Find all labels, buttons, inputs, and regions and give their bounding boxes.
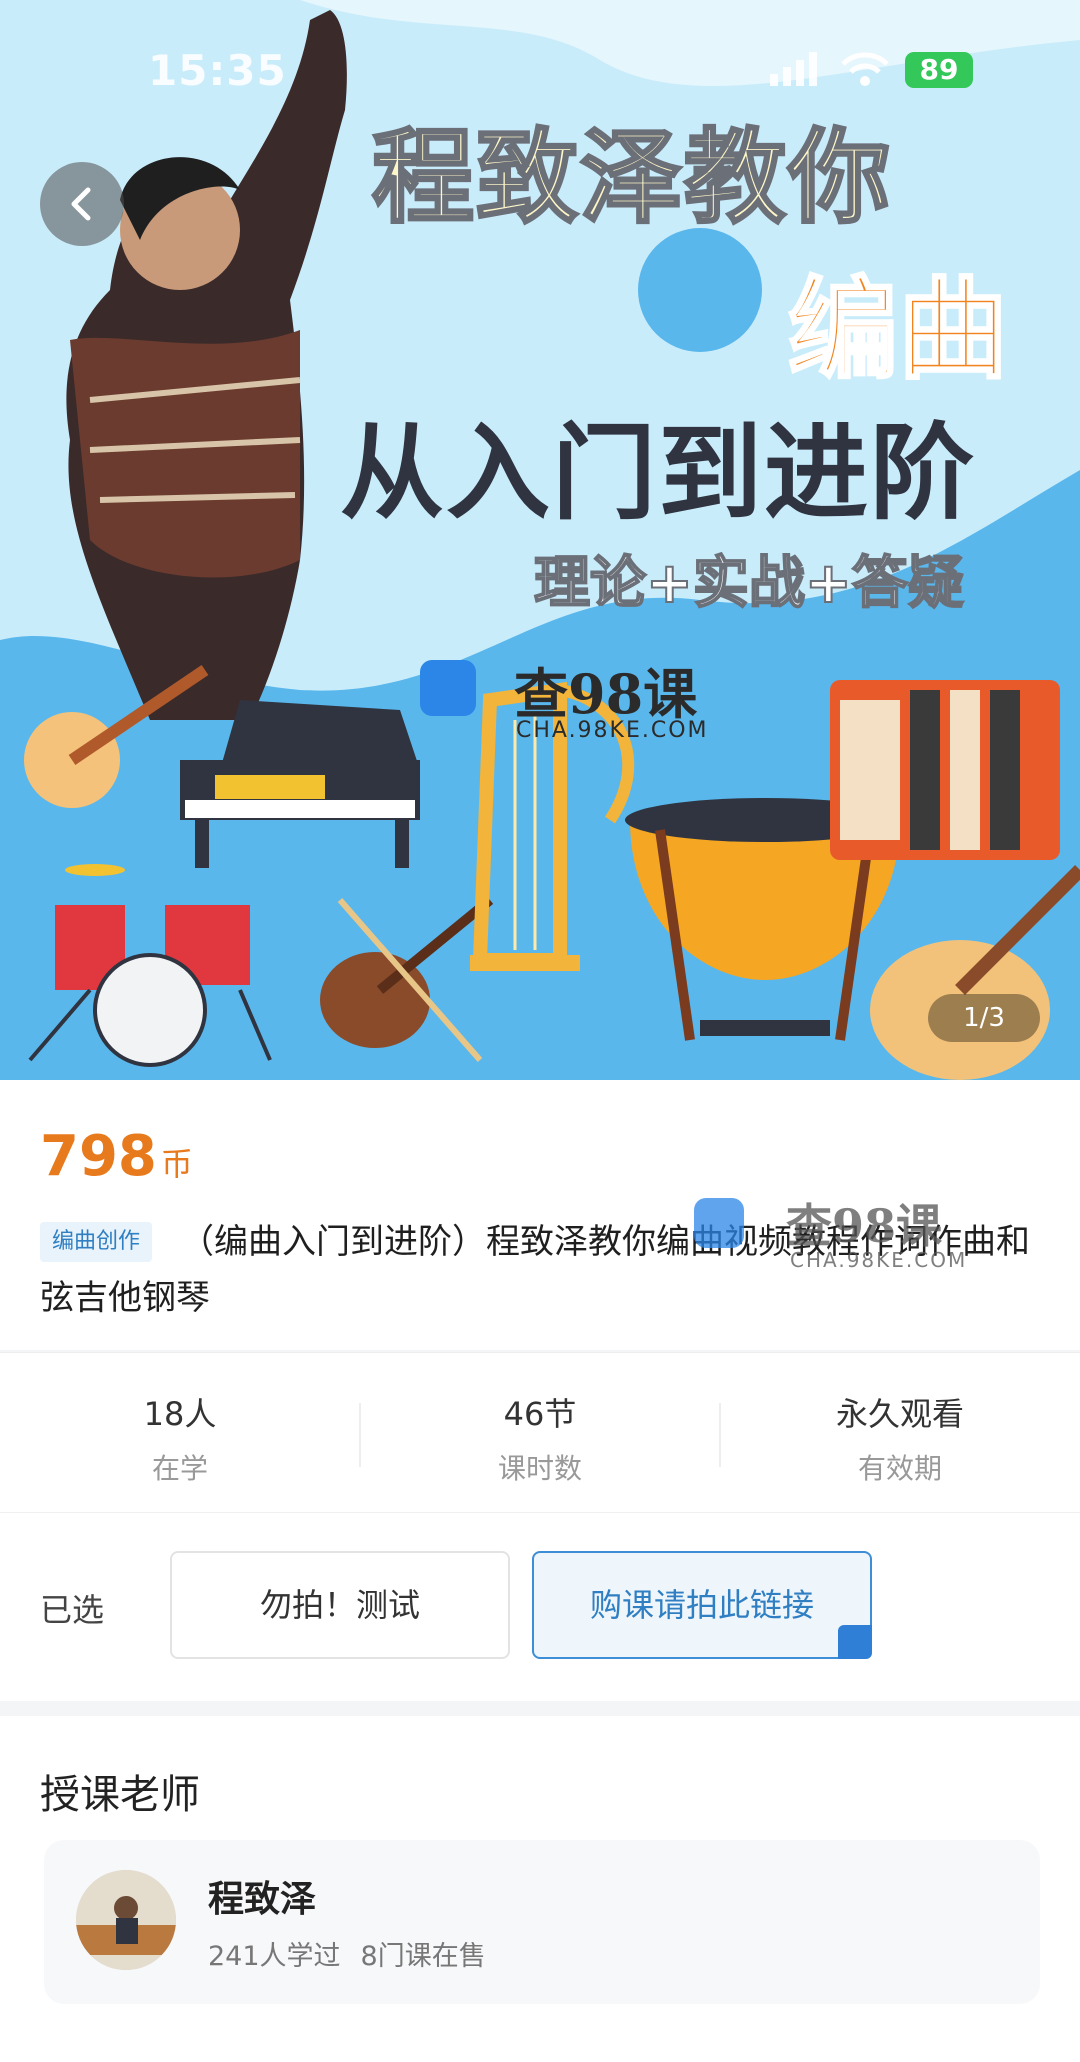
- back-button[interactable]: [40, 162, 124, 246]
- sku-option-purchase[interactable]: 购课请拍此链接: [532, 1551, 872, 1680]
- avatar: [76, 1870, 176, 1970]
- teacher-section: 授课老师 程致泽 241人学过 8门课在售: [0, 1716, 1080, 2062]
- selected-label: 已选: [40, 1591, 105, 1629]
- status-time: 15:35: [148, 46, 287, 95]
- stat-label: 有效期: [857, 1452, 942, 1485]
- cover-title-line3: 从入门到进阶: [340, 412, 977, 534]
- section-title: 授课老师: [40, 1772, 200, 1818]
- watermark-logo-icon: [694, 1198, 744, 1248]
- stat-value: 永久观看: [835, 1395, 964, 1433]
- option-label: 购课请拍此链接: [589, 1586, 814, 1624]
- price-unit: 币: [160, 1145, 193, 1183]
- stat-label: 在学: [151, 1452, 208, 1485]
- status-bar: 15:35 89: [0, 0, 1080, 140]
- watermark: 查98课 CHA.98KE.COM: [694, 1190, 994, 1280]
- stat-learners: 18人 在学: [0, 1353, 360, 1513]
- teacher-card[interactable]: 程致泽 241人学过 8门课在售: [44, 1840, 1040, 2004]
- watermark-text: 查98课: [786, 1199, 943, 1253]
- stat-label: 课时数: [497, 1452, 582, 1485]
- watermark-url: CHA.98KE.COM: [790, 1248, 968, 1272]
- option-label: 勿拍！测试: [259, 1586, 420, 1624]
- cover-title-line4: 理论+实战+答疑: [533, 550, 965, 617]
- course-price: 798 币: [40, 1124, 193, 1189]
- course-cover-carousel[interactable]: 15:35 89 程致泽教你 编曲 从入门到进阶 理论+实战+答疑 查98课 C…: [0, 0, 1080, 1080]
- sku-selection: 已选 勿拍！测试 购课请拍此链接: [0, 1512, 1080, 1701]
- stat-value: 18人: [143, 1395, 217, 1433]
- cover-title-line2: 编曲: [787, 265, 1010, 396]
- stat-value: 46节: [503, 1395, 577, 1433]
- teacher-name: 程致泽: [208, 1879, 317, 1920]
- carousel-page-indicator: 1/3: [928, 994, 1040, 1042]
- battery-indicator: 89: [905, 52, 973, 88]
- watermark-url: CHA.98KE.COM: [516, 718, 709, 743]
- teacher-meta: 241人学过 8门课在售: [208, 1934, 506, 1973]
- chevron-left-icon: [71, 187, 91, 221]
- teacher-learners: 241人学过: [208, 1941, 341, 1972]
- category-tag[interactable]: 编曲创作: [40, 1222, 153, 1262]
- watermark: 查98课 CHA.98KE.COM: [420, 650, 740, 760]
- course-stats: 18人 在学 46节 课时数 永久观看 有效期: [0, 1352, 1080, 1513]
- sku-option-test[interactable]: 勿拍！测试: [170, 1551, 510, 1659]
- price-value: 798: [40, 1124, 157, 1189]
- stat-validity: 永久观看 有效期: [720, 1353, 1080, 1513]
- signal-icon: [770, 52, 817, 86]
- watermark-logo-icon: [420, 660, 476, 716]
- stat-lessons: 46节 课时数: [360, 1353, 720, 1513]
- check-icon: [838, 1625, 872, 1680]
- wifi-icon: [841, 52, 889, 86]
- teacher-courses: 8门课在售: [360, 1941, 486, 1972]
- course-info: 798 币 （编曲入门到进阶）程致泽教你编曲视频教程作词作曲和弦吉他钢琴 编曲创作…: [0, 1080, 1080, 1350]
